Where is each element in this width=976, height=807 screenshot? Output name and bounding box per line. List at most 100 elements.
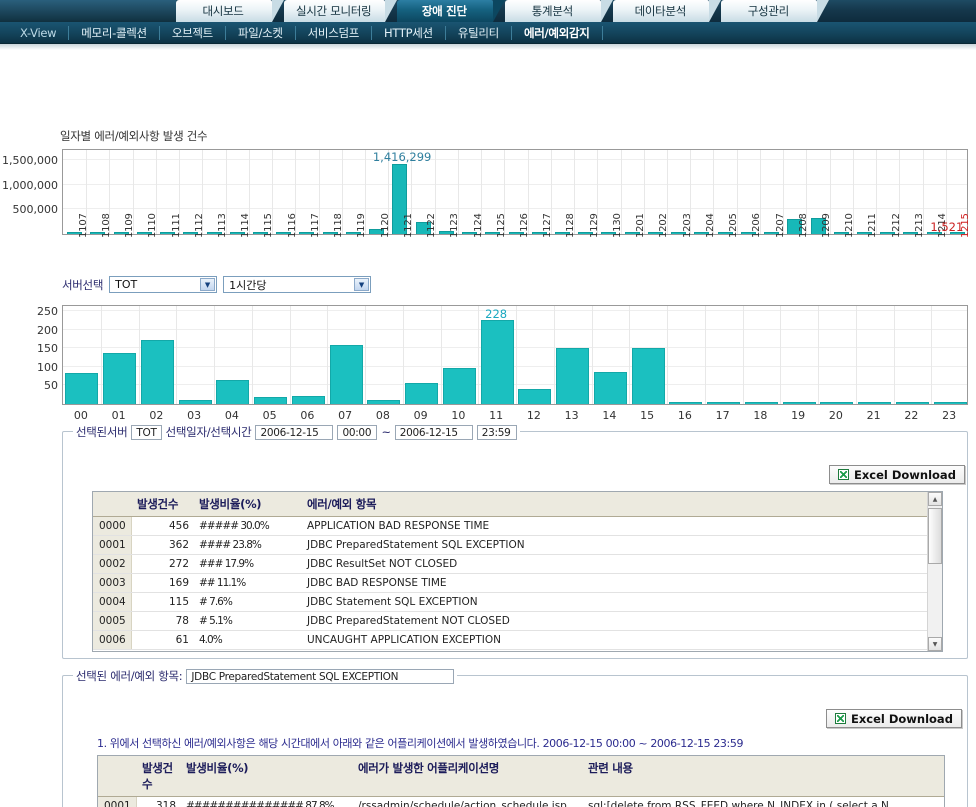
row-index-cell: 0003 bbox=[93, 573, 132, 593]
scrollbar-thumb[interactable] bbox=[928, 508, 942, 564]
y-tick-label: 1,500,000 bbox=[2, 154, 58, 168]
gridline-v bbox=[478, 306, 479, 404]
bar-hour-21[interactable] bbox=[858, 402, 891, 404]
table-row[interactable]: 0000 456 ##### 30.0% APPLICATION BAD RESPON… bbox=[93, 516, 927, 536]
top-tab-5[interactable]: 구성관리 bbox=[721, 0, 830, 22]
bar-hour-00[interactable] bbox=[65, 373, 98, 404]
bar-hour-14[interactable] bbox=[594, 372, 627, 404]
hourly-error-chart[interactable] bbox=[62, 305, 968, 405]
error-count-cell: 272 bbox=[131, 554, 193, 574]
bar-hour-11[interactable] bbox=[481, 319, 514, 404]
x-tick-label-1113: 1113 bbox=[217, 213, 228, 238]
x-tick-label-hour-09: 09 bbox=[413, 409, 428, 422]
sub-nav-item-5[interactable]: HTTP세션 bbox=[372, 25, 446, 40]
bar-hour-06[interactable] bbox=[292, 396, 325, 404]
table-row[interactable]: 0005 78 # 5.1% JDBC PreparedStatement NOT C… bbox=[93, 611, 927, 631]
date-to-field[interactable]: 2006-12-15 bbox=[394, 424, 473, 440]
x-tick-label-1112: 1112 bbox=[193, 213, 205, 238]
excel-icon bbox=[835, 713, 846, 724]
sub-nav-item-1[interactable]: 메모리-콜렉션 bbox=[69, 25, 160, 40]
error-table-header-1[interactable]: 발생비율(%) bbox=[193, 492, 301, 517]
error-table-header-row: 발생건수 발생비율(%) 에러/예외 항목 bbox=[93, 492, 927, 517]
bar-hour-19[interactable] bbox=[783, 402, 816, 404]
table-row[interactable]: 0003 169 ## 11.1% JDBC BAD RESPONSE TIME bbox=[93, 573, 927, 593]
excel-download-button-bottom[interactable]: Excel Download bbox=[826, 709, 962, 728]
bar-hour-03[interactable] bbox=[179, 399, 212, 404]
detail-table-header-2[interactable]: 에러가 발생한 어플리케이션명 bbox=[352, 756, 582, 797]
date-range-separator: ~ bbox=[381, 425, 391, 439]
selected-error-value[interactable]: JDBC PreparedStatement SQL EXCEPTION bbox=[186, 668, 455, 684]
server-select-dropdown[interactable]: TOT ▼ bbox=[109, 276, 218, 293]
bar-hour-18[interactable] bbox=[745, 402, 778, 404]
bar-hour-17[interactable] bbox=[707, 402, 740, 404]
top-tab-2[interactable]: 장애 진단 bbox=[397, 0, 506, 22]
bar-hour-20[interactable] bbox=[820, 402, 853, 404]
row-index-cell: 0002 bbox=[93, 554, 132, 574]
date-from-field[interactable]: 2006-12-15 bbox=[255, 424, 334, 440]
selected-error-label: 선택된 에러/예외 항목: bbox=[76, 669, 183, 683]
time-from-field[interactable]: 00:00 bbox=[337, 424, 378, 440]
gridline-v bbox=[214, 306, 215, 404]
x-tick-label-1127: 1127 bbox=[542, 213, 554, 238]
bar-hour-13[interactable] bbox=[556, 347, 589, 404]
error-table-scrollbar[interactable]: ▲ ▼ bbox=[927, 492, 942, 651]
table-row[interactable]: 0001 318 ############### 87.8%/rssadmin/sc… bbox=[98, 796, 944, 807]
bar-hour-16[interactable] bbox=[669, 402, 702, 404]
interval-select-dropdown[interactable]: 1시간당 ▼ bbox=[223, 276, 372, 293]
detail-table-header-index bbox=[98, 756, 136, 797]
bar-hour-10[interactable] bbox=[443, 367, 476, 404]
table-row[interactable]: 0002 272 ### 17.9% JDBC ResultSet NOT CLOSE… bbox=[93, 554, 927, 574]
sub-nav-item-0[interactable]: X-View bbox=[8, 25, 70, 40]
chevron-down-icon[interactable]: ▼ bbox=[354, 278, 370, 291]
error-table-header-0[interactable]: 발생건수 bbox=[131, 492, 193, 517]
error-name-cell: JDBC Statement SQL EXCEPTION bbox=[301, 592, 927, 612]
bar-hour-02[interactable] bbox=[141, 339, 174, 404]
table-row[interactable]: 0006 61 4.0% UNCAUGHT APPLICATION EXCEPTION bbox=[93, 630, 927, 650]
bar-hour-22[interactable] bbox=[896, 402, 929, 404]
detail-note-text: 1. 위에서 선택하신 에러/예외사항은 해당 시간대에서 아래와 같은 어플리… bbox=[97, 737, 744, 750]
bar-hour-01[interactable] bbox=[103, 352, 136, 404]
top-tab-label: 통계분석 bbox=[531, 4, 573, 18]
gridline-h bbox=[63, 365, 967, 367]
sub-nav-item-7[interactable]: 에러/예외감지 bbox=[512, 25, 603, 40]
top-tab-0[interactable]: 대시보드 bbox=[176, 0, 284, 22]
row-index-cell: 0006 bbox=[93, 630, 132, 650]
detail-table-header-1[interactable]: 발생비율(%) bbox=[180, 756, 352, 797]
bar-hour-08[interactable] bbox=[367, 400, 400, 404]
bar-hour-07[interactable] bbox=[330, 344, 363, 404]
x-tick-label-1110: 1110 bbox=[147, 213, 159, 238]
table-row[interactable]: 0001 362 #### 23.8% JDBC PreparedStatement … bbox=[93, 535, 927, 555]
x-tick-label-1128: 1128 bbox=[565, 213, 577, 238]
bar-hour-04[interactable] bbox=[216, 379, 249, 404]
bar-hour-23[interactable] bbox=[934, 402, 967, 404]
sub-nav-item-6[interactable]: 유틸리티 bbox=[446, 25, 512, 40]
x-tick-label-hour-13: 13 bbox=[564, 409, 579, 422]
top-tab-3[interactable]: 통계분석 bbox=[505, 0, 614, 22]
bar-hour-15[interactable] bbox=[632, 348, 665, 404]
time-to-field[interactable]: 23:59 bbox=[476, 424, 517, 440]
excel-download-label: Excel Download bbox=[851, 711, 953, 726]
bar-hour-09[interactable] bbox=[405, 383, 438, 404]
error-count-cell: 115 bbox=[131, 592, 193, 612]
excel-download-label: Excel Download bbox=[854, 467, 956, 482]
selected-date-label: 선택일자/선택시간 bbox=[165, 425, 252, 439]
excel-download-button-top[interactable]: Excel Download bbox=[829, 465, 965, 484]
top-tab-1[interactable]: 실시간 모니터링 bbox=[284, 0, 398, 22]
scroll-up-icon[interactable]: ▲ bbox=[928, 492, 942, 506]
detail-table-header-3[interactable]: 관련 내용 bbox=[582, 756, 944, 797]
x-tick-label-1124: 1124 bbox=[472, 213, 484, 238]
x-tick-label-1120: 1120 bbox=[379, 213, 391, 238]
bar-hour-12[interactable] bbox=[518, 388, 551, 404]
scroll-down-icon[interactable]: ▼ bbox=[928, 637, 942, 651]
sub-nav-item-2[interactable]: 오브젝트 bbox=[160, 25, 226, 40]
chevron-down-icon[interactable]: ▼ bbox=[200, 278, 216, 291]
detail-table-header-0[interactable]: 발생건수 bbox=[136, 756, 180, 797]
row-index-cell: 0000 bbox=[93, 516, 132, 536]
sub-nav-item-4[interactable]: 서비스덤프 bbox=[296, 25, 373, 40]
sub-nav-item-3[interactable]: 파일/소켓 bbox=[226, 25, 296, 40]
gridline-v bbox=[290, 306, 291, 404]
table-row[interactable]: 0004 115 # 7.6% JDBC Statement SQL EXCEPTIO… bbox=[93, 592, 927, 612]
top-tab-4[interactable]: 데이타분석 bbox=[613, 0, 722, 22]
bar-hour-05[interactable] bbox=[254, 397, 287, 404]
error-table-header-2[interactable]: 에러/예외 항목 bbox=[301, 492, 927, 517]
